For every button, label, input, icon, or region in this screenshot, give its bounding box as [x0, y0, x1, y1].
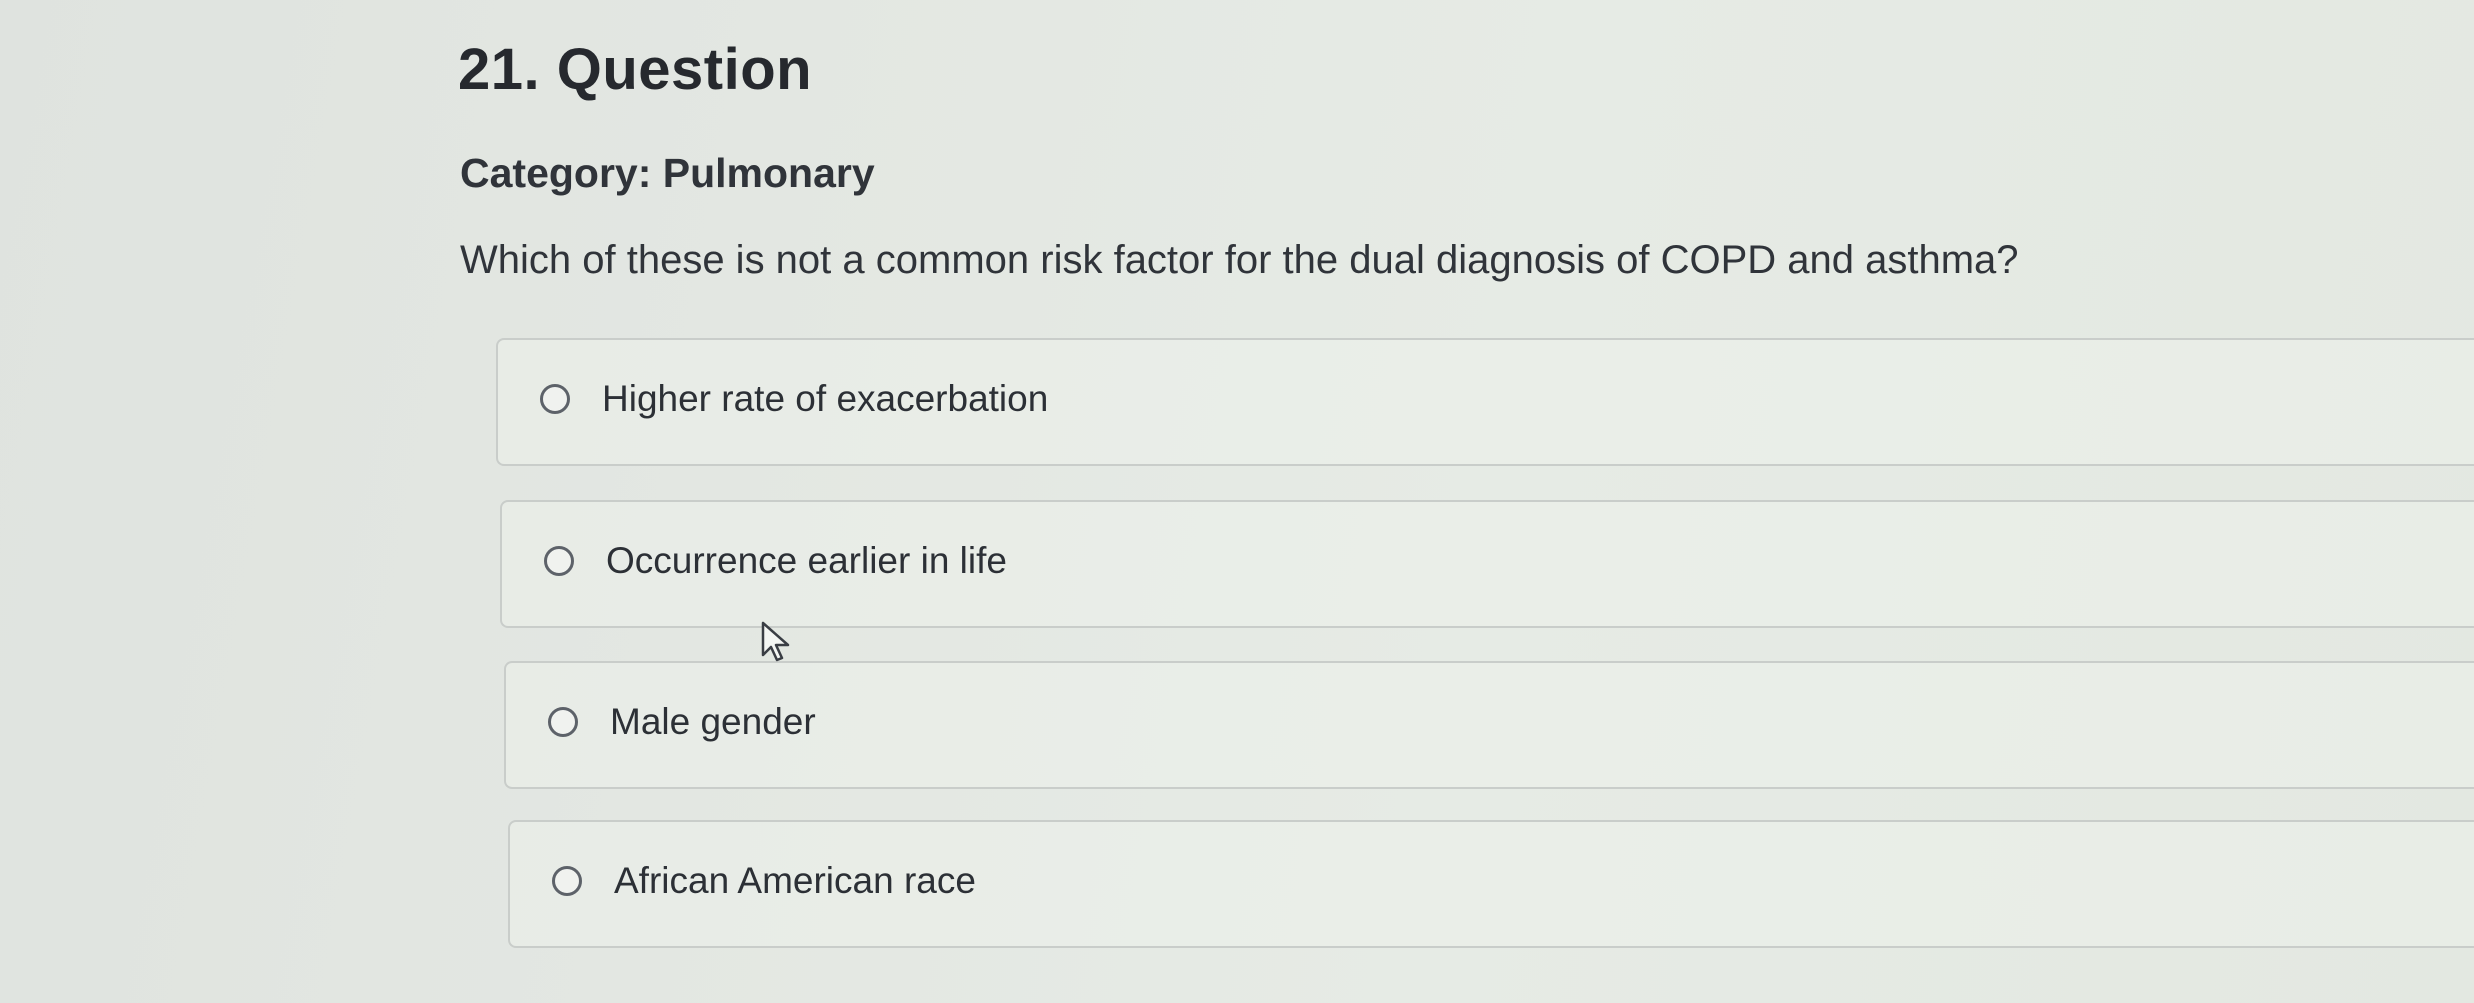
question-title: 21. Question — [458, 37, 813, 102]
mouse-pointer-icon — [761, 621, 790, 662]
radio-unchecked-icon[interactable] — [540, 384, 570, 414]
question-prompt: Which of these is not a common risk fact… — [460, 238, 2019, 282]
answer-option-label: Higher rate of exacerbation — [602, 378, 1049, 419]
answer-option-label: Occurrence earlier in life — [606, 540, 1007, 581]
radio-unchecked-icon[interactable] — [552, 866, 582, 896]
answer-option-label: African American race — [614, 860, 976, 901]
answer-option-label: Male gender — [610, 701, 816, 742]
answer-option-3[interactable]: Male gender — [504, 661, 2474, 789]
radio-unchecked-icon[interactable] — [544, 546, 574, 576]
question-category: Category: Pulmonary — [460, 150, 875, 196]
radio-unchecked-icon[interactable] — [548, 707, 578, 737]
quiz-page: 21. Question Category: Pulmonary Which o… — [0, 0, 2474, 1003]
answer-option-4[interactable]: African American race — [508, 820, 2474, 948]
answer-option-2[interactable]: Occurrence earlier in life — [500, 500, 2474, 628]
answer-option-1[interactable]: Higher rate of exacerbation — [496, 338, 2474, 466]
